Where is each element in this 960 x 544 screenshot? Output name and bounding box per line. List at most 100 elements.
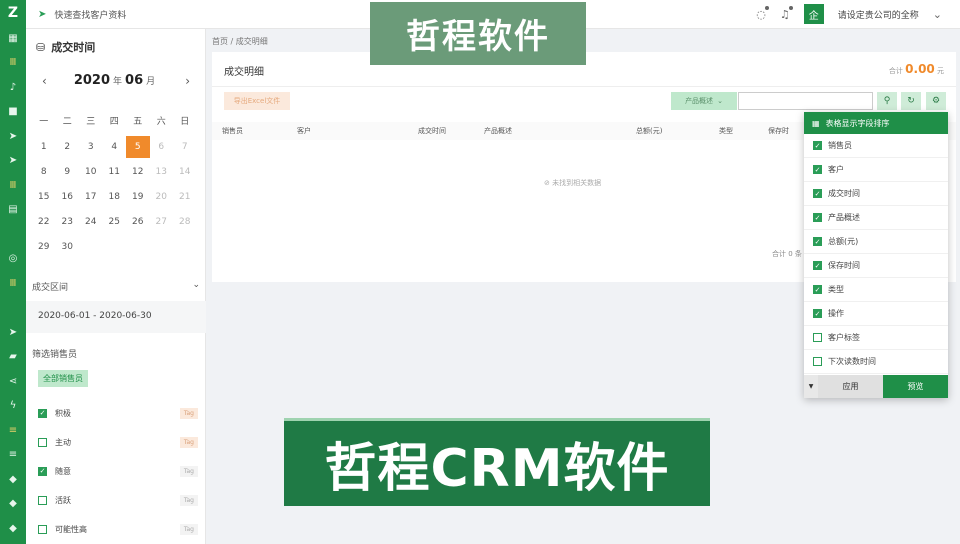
chevron-down-icon[interactable]: ⌄ xyxy=(933,8,942,21)
column-header[interactable]: 保存时 xyxy=(768,126,789,136)
tag-filter-item[interactable]: 主动 Tag xyxy=(38,432,198,452)
calendar-day[interactable]: 29 xyxy=(32,236,56,258)
calendar-day[interactable]: 26 xyxy=(126,211,150,233)
calendar-day[interactable]: 12 xyxy=(126,161,150,183)
checkbox[interactable]: ✓ xyxy=(813,309,822,318)
calendar-day[interactable]: 7 xyxy=(173,136,197,158)
checkbox[interactable]: ✓ xyxy=(38,466,47,476)
product-overview-dropdown[interactable]: 产品概述 ⌄ xyxy=(671,92,737,110)
prev-month-button[interactable]: ‹ xyxy=(42,74,47,88)
column-header[interactable]: 总额(元) xyxy=(636,126,662,136)
checkbox[interactable]: ✓ xyxy=(813,261,822,270)
checkbox[interactable] xyxy=(813,357,822,366)
bars-icon[interactable]: Ⅲ xyxy=(0,271,26,296)
grid-icon[interactable]: ▦ xyxy=(0,26,26,51)
tag-filter-item[interactable]: 活跃 Tag xyxy=(38,490,198,510)
calendar-day[interactable]: 2 xyxy=(56,136,80,158)
company-name[interactable]: 请设定贵公司的全称 xyxy=(838,8,919,21)
checkbox[interactable]: ✓ xyxy=(813,141,822,150)
calendar-day[interactable]: 18 xyxy=(103,186,127,208)
bolt-icon[interactable]: ϟ xyxy=(0,394,26,419)
calendar-day[interactable]: 23 xyxy=(56,211,80,233)
tag-filter-item[interactable]: ✓ 积极 Tag xyxy=(38,403,198,423)
export-excel-button[interactable]: 导出Excel文件 xyxy=(224,92,290,110)
column-field-item[interactable]: ✓ 总额(元) xyxy=(804,230,948,254)
checkbox[interactable]: ✓ xyxy=(38,408,47,418)
refresh-button[interactable]: ↻ xyxy=(901,92,921,110)
caret-down-icon[interactable]: ▼ xyxy=(804,375,818,398)
layout-icon[interactable]: ▤ xyxy=(0,198,26,223)
calendar-day[interactable]: 10 xyxy=(79,161,103,183)
column-header[interactable]: 成交时间 xyxy=(418,126,446,136)
checkbox[interactable] xyxy=(813,333,822,342)
calendar-day[interactable]: 20 xyxy=(150,186,174,208)
send-icon[interactable]: ➤ xyxy=(0,149,26,174)
bars-icon[interactable]: Ⅲ xyxy=(0,51,26,76)
checkbox[interactable] xyxy=(38,524,47,534)
tag-icon[interactable]: ◆ xyxy=(0,467,26,492)
calendar-day[interactable]: 9 xyxy=(56,161,80,183)
avatar[interactable]: 企 xyxy=(803,4,824,24)
range-section-header[interactable]: 成交区间 ⌄ xyxy=(32,280,200,293)
checkbox[interactable] xyxy=(38,495,47,505)
tag-filter-item[interactable]: ✓ 随意 Tag xyxy=(38,461,198,481)
folder-icon[interactable]: ▰ xyxy=(0,345,26,370)
tag-icon[interactable]: ◆ xyxy=(0,492,26,517)
target-icon[interactable]: ◎ xyxy=(0,247,26,272)
send-icon[interactable]: ➤ xyxy=(0,124,26,149)
checkbox[interactable] xyxy=(38,437,47,447)
checkbox[interactable]: ✓ xyxy=(813,189,822,198)
calendar-day[interactable]: 24 xyxy=(79,211,103,233)
column-field-item[interactable]: ✓ 客户 xyxy=(804,158,948,182)
video-icon[interactable]: ■ xyxy=(0,100,26,125)
breadcrumb[interactable]: 首页 / 成交明细 xyxy=(212,36,268,47)
checkbox[interactable]: ✓ xyxy=(813,213,822,222)
app-logo[interactable]: Z xyxy=(0,0,26,26)
calendar-day[interactable]: 1 xyxy=(32,136,56,158)
tag-icon[interactable]: ◆ xyxy=(0,516,26,541)
calendar-day[interactable]: 8 xyxy=(32,161,56,183)
column-field-item[interactable]: ✓ 保存时间 xyxy=(804,254,948,278)
checkbox[interactable]: ✓ xyxy=(813,165,822,174)
calendar-day[interactable]: 15 xyxy=(32,186,56,208)
calendar-day[interactable]: 22 xyxy=(32,211,56,233)
column-field-item[interactable]: ✓ 类型 xyxy=(804,278,948,302)
column-field-item[interactable]: ✓ 操作 xyxy=(804,302,948,326)
calendar-day[interactable]: 21 xyxy=(173,186,197,208)
tag-filter-item[interactable]: 可能性高 Tag xyxy=(38,519,198,539)
column-field-item[interactable]: 下次读数时间 xyxy=(804,350,948,374)
all-sales-button[interactable]: 全部销售员 xyxy=(38,370,88,387)
calendar-day[interactable]: 14 xyxy=(173,161,197,183)
search-input[interactable] xyxy=(738,92,873,110)
column-field-item[interactable]: 客户标签 xyxy=(804,326,948,350)
date-range-value[interactable]: 2020-06-01 - 2020-06-30 xyxy=(26,301,206,333)
calendar-day[interactable]: 5 xyxy=(126,135,150,158)
apply-button[interactable]: 应用 xyxy=(818,375,883,398)
list-icon[interactable]: ≡ xyxy=(0,418,26,443)
share-icon[interactable]: ⋖ xyxy=(0,369,26,394)
calendar-day[interactable]: 27 xyxy=(150,211,174,233)
checkbox[interactable]: ✓ xyxy=(813,285,822,294)
next-month-button[interactable]: › xyxy=(185,74,190,88)
calendar-day[interactable]: 25 xyxy=(103,211,127,233)
calendar-day[interactable]: 17 xyxy=(79,186,103,208)
calendar-day[interactable]: 11 xyxy=(103,161,127,183)
preview-button[interactable]: 预览 xyxy=(883,375,948,398)
column-header[interactable]: 客户 xyxy=(297,126,311,136)
quick-customer-search[interactable]: ➤ 快速查找客户资料 xyxy=(38,8,126,21)
bell-icon[interactable]: ♫ xyxy=(780,5,793,21)
bell-icon[interactable]: ♪ xyxy=(0,75,26,100)
calendar-day[interactable]: 6 xyxy=(150,136,174,158)
checkbox[interactable]: ✓ xyxy=(813,237,822,246)
calendar-day[interactable]: 4 xyxy=(103,136,127,158)
message-icon[interactable]: ◌ xyxy=(756,5,769,21)
calendar-day[interactable]: 13 xyxy=(150,161,174,183)
column-field-item[interactable]: ✓ 产品概述 xyxy=(804,206,948,230)
column-field-item[interactable]: ✓ 成交时间 xyxy=(804,182,948,206)
column-settings-button[interactable]: ⚙ xyxy=(926,92,946,110)
bars-icon[interactable]: Ⅲ xyxy=(0,173,26,198)
calendar-day[interactable]: 19 xyxy=(126,186,150,208)
calendar-day[interactable]: 3 xyxy=(79,136,103,158)
calendar-day[interactable]: 28 xyxy=(173,211,197,233)
send-icon[interactable]: ➤ xyxy=(0,320,26,345)
